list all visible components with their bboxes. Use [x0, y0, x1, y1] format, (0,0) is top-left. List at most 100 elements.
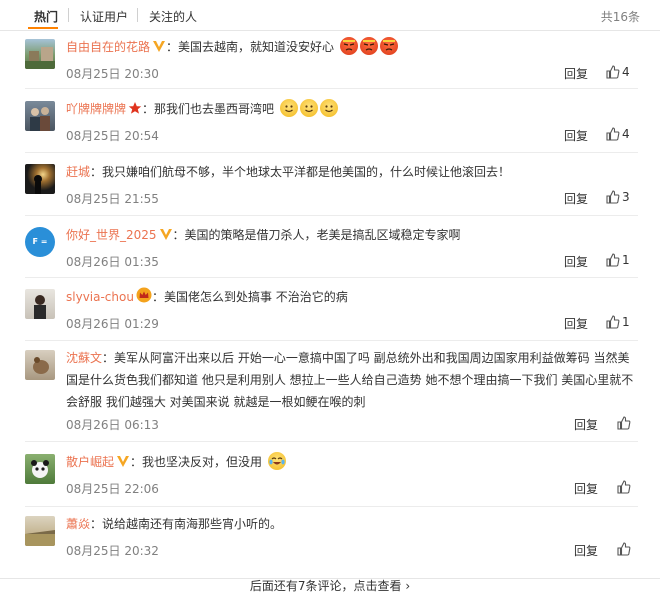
thumbs-up-icon	[617, 480, 631, 494]
avatar[interactable]	[25, 101, 55, 131]
reply-button[interactable]: 回复	[574, 542, 598, 559]
comment-username[interactable]: 自由自在的花路	[66, 40, 150, 54]
v-gold-icon	[116, 453, 130, 475]
comment-body: slyvia-chou ：美国佬怎么到处搞事 不治治它的病	[66, 286, 638, 310]
comment-text: ：那我们也去墨西哥湾吧	[142, 102, 275, 116]
angry-face-icon	[359, 37, 378, 55]
comment-time: 08月25日 21:55	[66, 192, 159, 206]
comment-body: 吖牌牌牌牌 ：那我们也去墨西哥湾吧	[66, 98, 638, 122]
thumbs-up-icon	[617, 542, 631, 556]
comment-username[interactable]: 蕭焱	[66, 517, 90, 531]
comment-divider	[25, 506, 638, 507]
like-button[interactable]	[616, 479, 633, 494]
comment-username[interactable]: slyvia-chou	[66, 290, 134, 304]
landscape-avatar-icon	[25, 47, 55, 69]
person-avatar-icon	[34, 295, 46, 319]
avatar-text: F = ma	[32, 237, 48, 246]
v-gold-icon	[159, 226, 173, 248]
tab-verified-users[interactable]: 认证用户	[80, 8, 128, 25]
reply-button[interactable]: 回复	[564, 315, 588, 332]
like-button[interactable]: 1	[605, 314, 630, 329]
comment-divider	[25, 215, 638, 216]
avatar[interactable]	[25, 454, 55, 484]
comment-username[interactable]: 沈蘇文	[66, 351, 102, 365]
comment-divider	[25, 152, 638, 153]
like-count: 1	[622, 253, 630, 267]
like-button[interactable]	[616, 541, 633, 556]
thumbs-up-icon	[606, 127, 620, 141]
reply-button[interactable]: 回复	[564, 65, 588, 82]
thumbs-up-icon	[606, 65, 620, 79]
tab-divider	[68, 8, 69, 22]
like-button[interactable]: 1	[605, 252, 630, 267]
comment-body: 散户崛起 ：我也坚决反对，但没用	[66, 451, 638, 475]
comment-text: ：美国的策略是借刀杀人，老美是搞乱区域稳定专家啊	[172, 228, 461, 242]
field-avatar-icon	[25, 530, 55, 546]
people-avatar-icon	[30, 107, 50, 131]
comment-body: 你好_世界_2025 ：美国的策略是借刀杀人，老美是搞乱区域稳定专家啊	[66, 224, 638, 248]
comment-username[interactable]: 赶城	[66, 165, 90, 179]
comment-time: 08月26日 06:13	[66, 418, 159, 432]
comment-filter-tabs: 热门 认证用户 关注的人 共16条	[0, 0, 660, 31]
comment-text: ：我也坚决反对，但没用	[130, 455, 263, 469]
crown-icon	[136, 287, 152, 310]
thumbs-up-icon	[617, 416, 631, 430]
comment-count: 共16条	[600, 10, 640, 24]
comment-time: 08月25日 20:32	[66, 544, 159, 558]
reply-button[interactable]: 回复	[574, 416, 598, 433]
like-button[interactable]: 4	[605, 126, 630, 141]
comment-divider	[25, 340, 638, 341]
comment-body: 蕭焱：说给越南还有南海那些宵小听的。	[66, 513, 638, 535]
comment-text: ：说给越南还有南海那些宵小听的。	[90, 517, 283, 531]
like-count: 4	[622, 65, 630, 79]
comment-divider	[25, 88, 638, 89]
angry-face-icon	[339, 37, 358, 55]
angry-face-icon	[379, 37, 398, 55]
avatar[interactable]	[25, 164, 55, 194]
avatar[interactable]: F = ma	[25, 227, 55, 257]
avatar[interactable]	[25, 350, 55, 380]
laugh-cry-icon	[267, 452, 286, 470]
comment-divider	[25, 277, 638, 278]
reply-button[interactable]: 回复	[574, 480, 598, 497]
tab-following[interactable]: 关注的人	[149, 8, 197, 25]
load-more-link[interactable]: 后面还有7条评论，点击查看 ›	[250, 579, 410, 593]
reply-button[interactable]: 回复	[564, 127, 588, 144]
avatar[interactable]	[25, 289, 55, 319]
comment-username[interactable]: 散户崛起	[66, 455, 114, 469]
comment-divider	[25, 441, 638, 442]
comment-time: 08月25日 20:54	[66, 129, 159, 143]
reply-button[interactable]: 回复	[564, 190, 588, 207]
smile-face-icon	[279, 99, 298, 117]
comment-time: 08月26日 01:35	[66, 255, 159, 269]
like-button[interactable]: 3	[605, 189, 630, 204]
like-count: 3	[622, 190, 630, 204]
avatar[interactable]	[25, 39, 55, 69]
like-count: 4	[622, 127, 630, 141]
tab-hot[interactable]: 热门	[34, 8, 58, 25]
comment-text: ：美国去越南，就知道没安好心	[166, 40, 335, 54]
silhouette-avatar-icon	[34, 175, 42, 194]
comment-time: 08月25日 20:30	[66, 67, 159, 81]
thumbs-up-icon	[606, 253, 620, 267]
reply-button[interactable]: 回复	[564, 253, 588, 270]
comment-body: 沈蘇文：美军从阿富汗出来以后 开始一心一意搞中国了吗 副总统外出和我国周边国家用…	[66, 347, 638, 413]
comment-body: 赶城：我只嫌咱们航母不够，半个地球太平洋都是他美国的，什么时候让他滚回去！	[66, 161, 638, 183]
comment-username[interactable]: 你好_世界_2025	[66, 228, 157, 242]
comment-body: 自由自在的花路 ：美国去越南，就知道没安好心	[66, 36, 638, 60]
panda-avatar-icon	[31, 460, 49, 478]
smile-face-icon	[299, 99, 318, 117]
load-more-bar: 后面还有7条评论，点击查看 ›	[0, 578, 660, 593]
comment-time: 08月26日 01:29	[66, 317, 159, 331]
v-gold-icon	[152, 38, 166, 60]
like-button[interactable]	[616, 415, 633, 430]
avatar[interactable]	[25, 516, 55, 546]
comment-username[interactable]: 吖牌牌牌牌	[66, 102, 126, 116]
tab-divider	[137, 8, 138, 22]
like-button[interactable]: 4	[605, 64, 630, 79]
comment-text: ：美军从阿富汗出来以后 开始一心一意搞中国了吗 副总统外出和我国周边国家用利益做…	[66, 351, 634, 409]
thumbs-up-icon	[606, 190, 620, 204]
animal-avatar-icon	[33, 357, 49, 374]
smile-face-icon	[319, 99, 338, 117]
comment-time: 08月25日 22:06	[66, 482, 159, 496]
